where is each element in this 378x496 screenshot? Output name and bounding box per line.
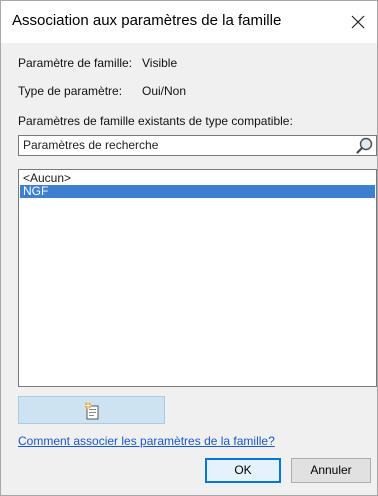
parameter-type-label: Type de paramètre:: [18, 84, 123, 98]
parameter-list[interactable]: <Aucun> NGF: [18, 169, 377, 387]
ok-button[interactable]: OK: [205, 458, 281, 483]
parameter-type-value: Oui/Non: [142, 84, 187, 98]
close-button[interactable]: [345, 9, 371, 35]
search-input[interactable]: Paramètres de recherche: [18, 135, 377, 156]
list-item-ngf[interactable]: NGF: [20, 185, 375, 198]
magnifier-icon[interactable]: [355, 136, 375, 155]
help-link[interactable]: Comment associer les paramètres de la fa…: [18, 434, 275, 448]
close-icon: [351, 15, 365, 29]
new-parameter-icon: [84, 402, 99, 420]
association-dialog: Association aux paramètres de la famille…: [0, 0, 378, 496]
cancel-button[interactable]: Annuler: [291, 458, 371, 483]
list-item-aucun[interactable]: <Aucun>: [20, 172, 375, 185]
search-input-text: Paramètres de recherche: [23, 138, 159, 152]
family-parameter-value: Visible: [142, 56, 178, 70]
existing-parameters-label: Paramètres de famille existants de type …: [18, 114, 293, 128]
dialog-title: Association aux paramètres de la famille: [12, 12, 282, 29]
new-parameter-button[interactable]: [18, 396, 165, 424]
title-bar: Association aux paramètres de la famille: [1, 1, 377, 43]
family-parameter-label: Paramètre de famille:: [18, 56, 133, 70]
